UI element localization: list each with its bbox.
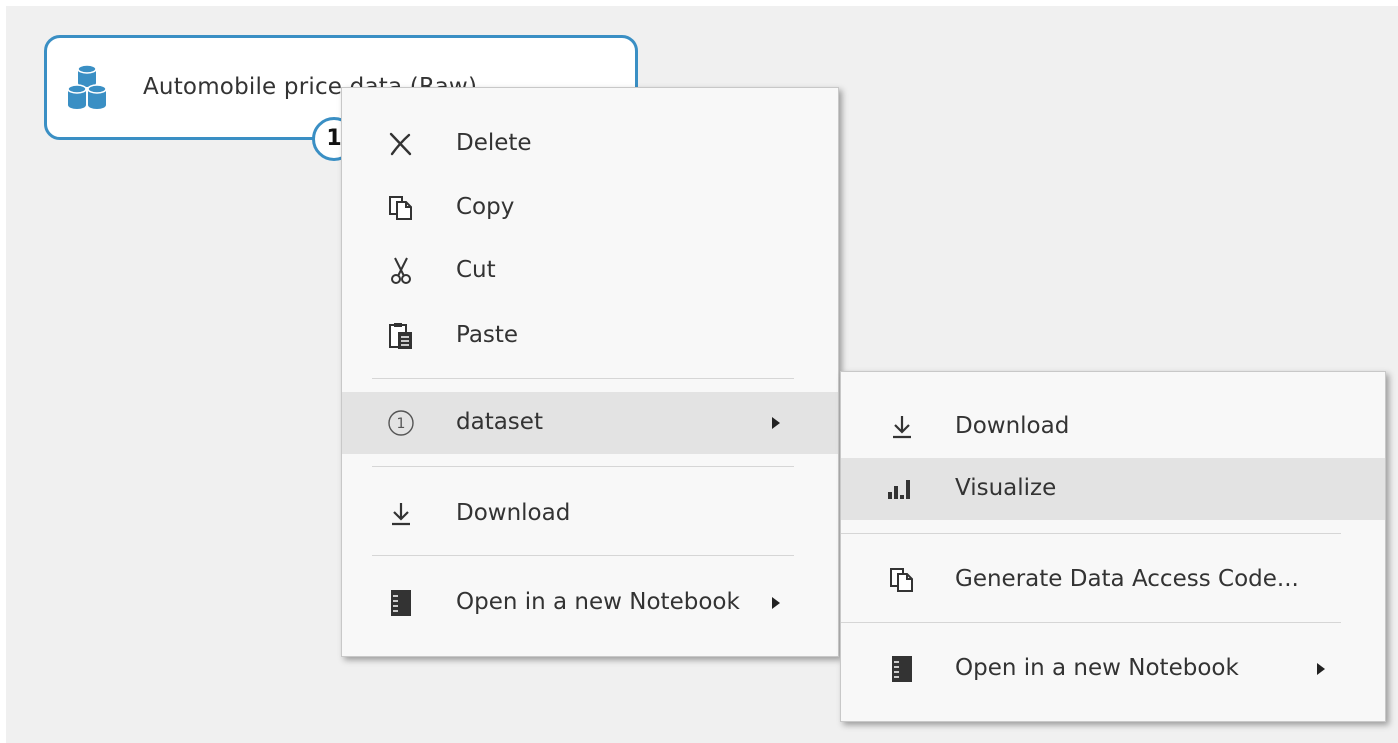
menu-item-cut[interactable]: Cut bbox=[342, 240, 838, 302]
bar-chart-icon bbox=[887, 474, 917, 504]
menu-item-delete[interactable]: Delete bbox=[342, 113, 838, 175]
download-icon bbox=[386, 499, 416, 529]
submenu-item-visualize[interactable]: Visualize bbox=[841, 458, 1385, 520]
submenu-item-label: Download bbox=[955, 413, 1070, 439]
menu-item-label: Download bbox=[456, 500, 571, 526]
menu-separator bbox=[372, 378, 794, 379]
circled-number-icon: 1 bbox=[386, 408, 416, 438]
submenu-item-label: Open in a new Notebook bbox=[955, 655, 1239, 681]
menu-separator bbox=[372, 466, 794, 467]
menu-item-paste[interactable]: Paste bbox=[342, 305, 838, 367]
submenu-arrow-icon bbox=[772, 597, 780, 609]
menu-item-open-notebook[interactable]: Open in a new Notebook bbox=[342, 572, 838, 634]
scissors-icon bbox=[386, 256, 416, 286]
svg-text:1: 1 bbox=[397, 416, 406, 432]
notebook-icon bbox=[887, 654, 917, 684]
menu-separator bbox=[372, 555, 794, 556]
download-icon bbox=[887, 412, 917, 442]
menu-separator bbox=[841, 533, 1341, 534]
menu-item-download[interactable]: Download bbox=[342, 483, 838, 545]
menu-item-copy[interactable]: Copy bbox=[342, 177, 838, 239]
copy-icon bbox=[386, 193, 416, 223]
menu-item-label: Copy bbox=[456, 194, 515, 220]
submenu-item-label: Generate Data Access Code... bbox=[955, 566, 1299, 592]
context-menu: Delete Copy Cut Paste 1 dataset Download… bbox=[341, 87, 839, 657]
submenu-item-generate-code[interactable]: Generate Data Access Code... bbox=[841, 549, 1385, 611]
delete-x-icon bbox=[386, 129, 416, 159]
menu-item-label: dataset bbox=[456, 409, 543, 435]
submenu-arrow-icon bbox=[1317, 663, 1325, 675]
notebook-icon bbox=[386, 588, 416, 618]
submenu-item-open-notebook[interactable]: Open in a new Notebook bbox=[841, 638, 1385, 700]
menu-item-dataset[interactable]: 1 dataset bbox=[342, 392, 838, 454]
database-stack-icon bbox=[67, 60, 107, 112]
dataset-submenu: Download Visualize Generate Data Access … bbox=[840, 371, 1386, 722]
menu-separator bbox=[841, 622, 1341, 623]
menu-item-label: Cut bbox=[456, 257, 496, 283]
menu-item-label: Paste bbox=[456, 322, 519, 348]
copy-icon bbox=[887, 565, 917, 595]
submenu-item-download[interactable]: Download bbox=[841, 396, 1385, 458]
menu-item-label: Delete bbox=[456, 130, 532, 156]
submenu-arrow-icon bbox=[772, 417, 780, 429]
paste-icon bbox=[386, 321, 416, 351]
menu-item-label: Open in a new Notebook bbox=[456, 589, 740, 615]
submenu-item-label: Visualize bbox=[955, 475, 1057, 501]
